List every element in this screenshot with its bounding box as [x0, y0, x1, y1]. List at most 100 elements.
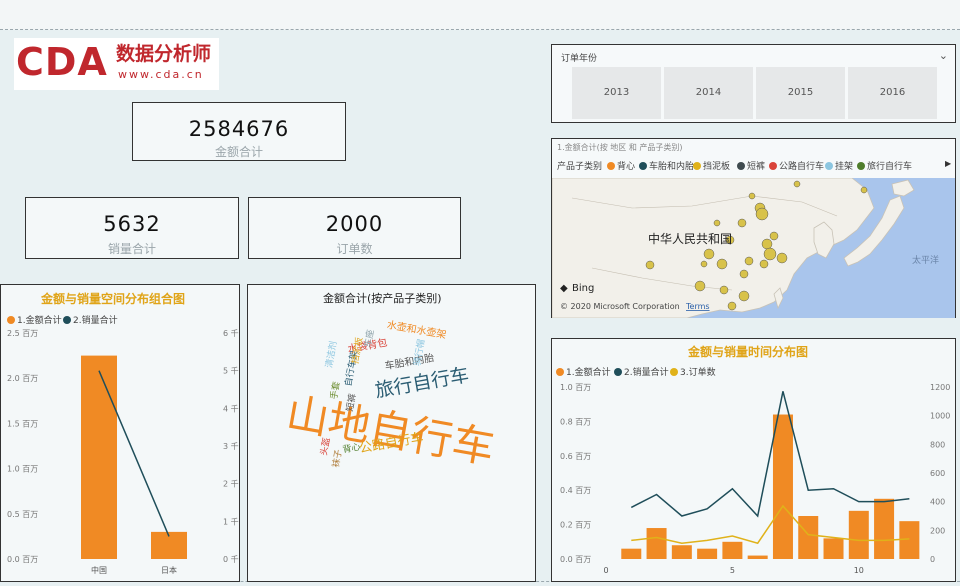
legend-item-quantity[interactable]: 2.销量合计	[614, 365, 669, 378]
cloud-word: 清洁剂	[323, 340, 340, 369]
cda-logo: CDA 数据分析师 www.cda.cn	[14, 38, 219, 90]
map-legend-item[interactable]: 背心	[607, 159, 635, 172]
legend-next-icon[interactable]: ▶	[945, 159, 951, 168]
legend-dot	[737, 162, 745, 170]
y-tick-label: 2.5 百万	[7, 329, 38, 338]
map-legend-title: 产品子类别	[557, 162, 603, 172]
map-visual: 1.金额合计(按 地区 和 产品子类别) 产品子类别 背心 车胎和内胎 挡泥板 …	[551, 138, 956, 318]
map-legend-item[interactable]: 车胎和内胎	[639, 159, 694, 172]
bar-amount	[772, 414, 793, 559]
legend-dot	[769, 162, 777, 170]
legend-label: 公路自行车	[779, 162, 825, 172]
y2-tick-label: 3 千	[223, 441, 239, 451]
y2-tick-label: 400	[930, 498, 945, 507]
legend-item-amount[interactable]: 1.金额合计	[7, 313, 62, 326]
legend-label: 3.订单数	[680, 368, 716, 378]
map-legend-item[interactable]: 公路自行车	[769, 159, 824, 172]
map-pie	[860, 186, 868, 194]
y-tick-label: 1.0 百万	[560, 383, 591, 392]
map-canvas[interactable]: 中华人民共和国 太平洋 Bing ◆ © 2020 Microsoft Corp…	[552, 178, 955, 318]
line-quantity	[630, 391, 910, 518]
bar-amount	[747, 555, 768, 559]
legend-item-orders[interactable]: 3.订单数	[670, 365, 716, 378]
cloud-word: 山地自行车	[283, 388, 498, 473]
x-tick-label: 日本	[161, 565, 177, 575]
bar-amount	[697, 548, 718, 559]
map-pie	[793, 180, 801, 188]
legend-item-quantity[interactable]: 2.销量合计	[63, 313, 118, 326]
map-terms-link[interactable]: Terms	[685, 302, 710, 311]
year-button-2016[interactable]: 2016	[848, 67, 937, 119]
map-copyright: © 2020 Microsoft Corporation	[560, 302, 680, 311]
kpi-card-orders[interactable]: 2000 订单数	[248, 197, 461, 259]
map-legend: 产品子类别 背心 车胎和内胎 挡泥板 短裤 公路自行车 挂架 旅行自行车 ▶	[557, 159, 952, 173]
legend-label: 1.金额合计	[17, 316, 62, 326]
chart-title: 金额合计(按产品子类别)	[323, 292, 442, 305]
map-legend-item[interactable]: 挡泥板	[693, 159, 730, 172]
map-pie	[719, 285, 729, 295]
legend-dot	[670, 368, 678, 376]
y-tick-label: 0.0 百万	[7, 555, 38, 564]
map-pie	[716, 258, 728, 270]
logo-brand: CDA	[16, 40, 108, 84]
x-tick-label: 0	[603, 566, 608, 575]
y-tick-label: 1.5 百万	[7, 419, 38, 428]
kpi-card-amount[interactable]: 2584676 金额合计	[132, 102, 346, 161]
map-pie	[737, 218, 747, 228]
y-tick-label: 1.0 百万	[7, 465, 38, 474]
year-slicer: 订单年份 ⌄ 2013 2014 2015 2016	[551, 44, 956, 123]
kpi-label: 订单数	[336, 242, 373, 256]
year-button-2013[interactable]: 2013	[572, 67, 661, 119]
chart-title: 金额与销量时间分布图	[688, 345, 809, 359]
legend-label: 1.金额合计	[566, 368, 611, 378]
y2-tick-label: 4 千	[223, 403, 239, 413]
legend-dot	[7, 316, 15, 324]
map-legend-item[interactable]: 旅行自行车	[857, 159, 912, 172]
legend-dot	[614, 368, 622, 376]
map-pie	[744, 256, 754, 266]
legend-label: 挂架	[835, 162, 854, 172]
legend-dot	[639, 162, 647, 170]
map-pie	[738, 290, 750, 302]
legend-label: 背心	[617, 162, 636, 172]
year-button-2014[interactable]: 2014	[664, 67, 753, 119]
bar-amount	[81, 355, 117, 559]
y2-tick-label: 0 千	[223, 554, 239, 564]
map-pie	[739, 269, 749, 279]
space-combo-chart: 金额与销量空间分布组合图 1.金额合计 2.销量合计 2.5 百万 2.0 百万 1…	[0, 284, 240, 582]
map-legend-item[interactable]: 挂架	[825, 159, 853, 172]
map-legend-item[interactable]: 短裤	[737, 159, 765, 172]
map-pie	[700, 260, 708, 268]
legend-label: 车胎和内胎	[649, 162, 695, 172]
map-ocean-label: 太平洋	[912, 254, 939, 266]
map-pie	[776, 252, 788, 264]
map-country-label: 中华人民共和国	[648, 231, 732, 246]
legend-dot	[857, 162, 865, 170]
x-tick-label: 10	[854, 566, 864, 575]
y2-tick-label: 600	[930, 469, 945, 478]
space-chart-plot: 2.5 百万 2.0 百万 1.5 百万 1.0 百万 0.5 百万 0.0 百万 6 千 5…	[7, 329, 239, 575]
time-chart-plot: 1.0 百万 0.8 百万 0.6 百万 0.4 百万 0.2 百万 0.0 百万 1200…	[560, 383, 950, 575]
y-tick-label: 0.6 百万	[560, 452, 591, 461]
map-pie	[755, 207, 769, 221]
y2-tick-label: 2 千	[223, 479, 239, 489]
chevron-down-icon[interactable]: ⌄	[939, 49, 948, 62]
word-cloud-visual: 金额合计(按产品子类别) 山地自行车 旅行自行车 公路自行车 水壶和水壶架 车胎和内胎水…	[247, 284, 536, 582]
year-button-2015[interactable]: 2015	[756, 67, 845, 119]
logo-url: www.cda.cn	[118, 68, 204, 81]
map-pie	[748, 192, 756, 200]
legend-item-amount[interactable]: 1.金额合计	[556, 365, 611, 378]
kpi-card-quantity[interactable]: 5632 销量合计	[25, 197, 239, 259]
map-pie	[769, 231, 779, 241]
slicer-title: 订单年份	[561, 54, 598, 64]
bar-amount	[646, 528, 667, 559]
map-pie	[703, 248, 715, 260]
legend-dot	[556, 368, 564, 376]
y2-tick-label: 1000	[930, 412, 950, 421]
y-tick-label: 0.4 百万	[560, 486, 591, 495]
y-tick-label: 0.0 百万	[560, 555, 591, 564]
bing-logo: Bing	[572, 283, 594, 294]
map-pie	[727, 301, 737, 311]
kpi-value: 2000	[325, 212, 384, 236]
legend-label: 2.销量合计	[624, 368, 669, 378]
